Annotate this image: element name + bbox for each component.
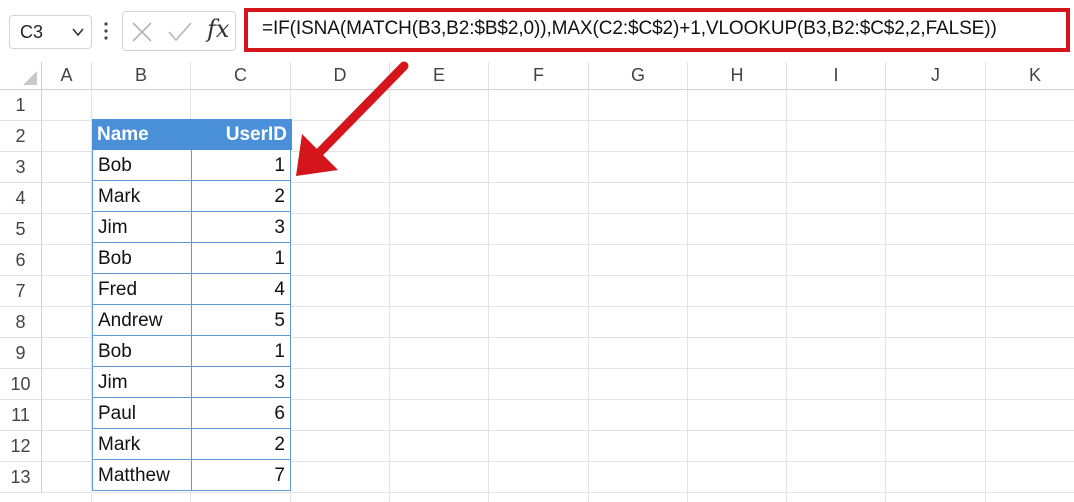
row-header-2[interactable]: 2 xyxy=(0,121,42,152)
userid-cell[interactable]: 2 xyxy=(191,181,291,212)
table-header-userid[interactable]: UserID xyxy=(192,119,292,150)
insert-function-icon[interactable]: fx xyxy=(207,15,229,43)
row-header-10[interactable]: 10 xyxy=(0,369,42,400)
column-header-a[interactable]: A xyxy=(42,62,92,90)
userid-cell[interactable]: 1 xyxy=(191,150,291,181)
row-header-5[interactable]: 5 xyxy=(0,214,42,245)
select-all-icon xyxy=(23,71,37,85)
column-header-i[interactable]: I xyxy=(787,62,886,90)
gridline-horizontal xyxy=(42,492,1074,493)
column-header-c[interactable]: C xyxy=(191,62,291,90)
row-header-9[interactable]: 9 xyxy=(0,338,42,369)
row-header-13[interactable]: 13 xyxy=(0,462,42,493)
userid-cell[interactable]: 4 xyxy=(191,274,291,305)
select-all-button[interactable] xyxy=(0,62,42,90)
column-header-j[interactable]: J xyxy=(886,62,986,90)
column-header-f[interactable]: F xyxy=(489,62,589,90)
formula-bar: C3 fx =IF(ISNA(MATCH(B3,B2:$B$2,0)),MAX(… xyxy=(0,0,1074,62)
column-header-d[interactable]: D xyxy=(291,62,390,90)
name-cell[interactable]: Mark xyxy=(92,181,192,212)
row-header-1[interactable]: 1 xyxy=(0,90,42,121)
userid-cell[interactable]: 1 xyxy=(191,243,291,274)
name-cell[interactable]: Bob xyxy=(92,243,192,274)
check-icon[interactable] xyxy=(167,21,193,43)
chevron-down-icon[interactable] xyxy=(70,24,86,40)
row-header-6[interactable]: 6 xyxy=(0,245,42,276)
userid-cell[interactable]: 2 xyxy=(191,429,291,460)
name-cell[interactable]: Jim xyxy=(92,367,192,398)
name-cell[interactable]: Mark xyxy=(92,429,192,460)
name-cell[interactable]: Bob xyxy=(92,336,192,367)
name-cell[interactable]: Andrew xyxy=(92,305,192,336)
row-header-8[interactable]: 8 xyxy=(0,307,42,338)
column-header-b[interactable]: B xyxy=(92,62,191,90)
userid-cell[interactable]: 5 xyxy=(191,305,291,336)
column-header-h[interactable]: H xyxy=(688,62,787,90)
column-header-k[interactable]: K xyxy=(986,62,1074,90)
userid-cell[interactable]: 1 xyxy=(191,336,291,367)
userid-cell[interactable]: 7 xyxy=(191,460,291,491)
name-cell[interactable]: Fred xyxy=(92,274,192,305)
more-options-icon[interactable] xyxy=(101,16,111,46)
name-cell[interactable]: Matthew xyxy=(92,460,192,491)
row-header-4[interactable]: 4 xyxy=(0,183,42,214)
formula-input[interactable]: =IF(ISNA(MATCH(B3,B2:$B$2,0)),MAX(C2:$C$… xyxy=(244,8,1070,52)
userid-cell[interactable]: 3 xyxy=(191,212,291,243)
row-header-12[interactable]: 12 xyxy=(0,431,42,462)
name-cell[interactable]: Paul xyxy=(92,398,192,429)
name-box[interactable]: C3 xyxy=(9,15,92,49)
row-header-11[interactable]: 11 xyxy=(0,400,42,431)
name-cell[interactable]: Jim xyxy=(92,212,192,243)
userid-cell[interactable]: 3 xyxy=(191,367,291,398)
formula-text: =IF(ISNA(MATCH(B3,B2:$B$2,0)),MAX(C2:$C$… xyxy=(262,18,997,39)
row-header-7[interactable]: 7 xyxy=(0,276,42,307)
formula-buttons: fx xyxy=(122,11,236,51)
cancel-icon[interactable] xyxy=(131,21,153,43)
table-header-name[interactable]: Name xyxy=(92,119,192,150)
spreadsheet-grid: ABCDEFGHIJK 1 2 3 4 5 6 7 8 9 10 11 12 13 Name UserID… xyxy=(0,62,1074,502)
column-header-e[interactable]: E xyxy=(390,62,489,90)
name-box-value: C3 xyxy=(20,22,44,42)
name-cell[interactable]: Bob xyxy=(92,150,192,181)
column-header-g[interactable]: G xyxy=(589,62,688,90)
userid-cell[interactable]: 6 xyxy=(191,398,291,429)
row-header-3[interactable]: 3 xyxy=(0,152,42,183)
